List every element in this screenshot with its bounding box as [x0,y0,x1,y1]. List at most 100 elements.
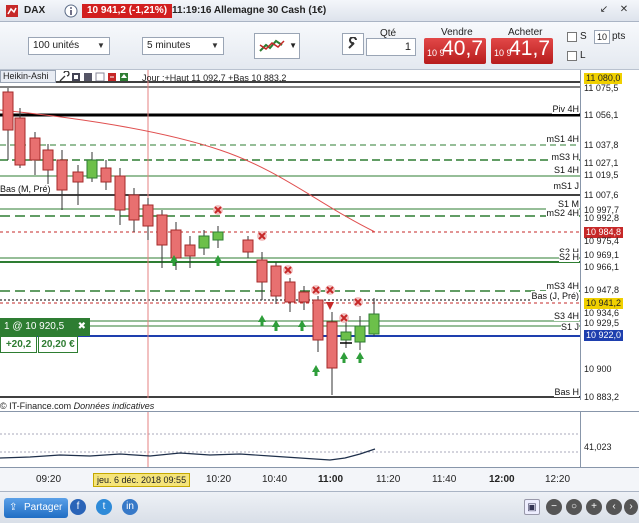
buy-button[interactable]: 10 9 41,7 [491,37,553,64]
price-label: 11 027,1 [584,158,619,168]
price-label: 11 037,8 [584,140,619,150]
interval-select-value: 5 minutes [147,40,191,51]
twitter-icon[interactable]: t [96,499,112,515]
data-source: © IT-Finance.com Données indicatives [0,401,154,411]
price-label: 10 900 [584,364,612,374]
price-chart[interactable] [0,70,580,416]
level-label: mS2 4H [546,208,579,218]
time-tick: 11:20 [376,474,401,485]
position-value: 20,20 € [38,336,78,353]
price-label: 10 975,4 [584,236,620,246]
level-label: Bas (J, Pré) [531,291,579,301]
close-icon[interactable]: ✕ [618,4,630,16]
candle-body [86,159,98,179]
candle-body [354,325,366,343]
candle-body [284,281,296,303]
share-label: Partager [24,502,63,513]
linkedin-icon[interactable]: in [122,499,138,515]
time-tick: 12:20 [545,474,571,485]
unit-select[interactable]: 100 unités ▼ [28,37,110,55]
chart-type-button[interactable]: ▼ [254,33,300,59]
chart-tools-strip: Heikin-Ashi [0,70,56,83]
source-text: © IT-Finance.com [0,401,72,411]
chevron-down-icon: ▼ [97,41,105,50]
screenshot-icon[interactable]: ▣ [524,499,540,515]
candle-body [128,194,140,221]
stop-checkbox[interactable] [567,32,577,42]
info-icon[interactable] [64,4,78,18]
zoom-reset-icon[interactable]: ○ [566,499,582,515]
zoom-in-icon[interactable]: + [586,499,602,515]
price-label: 11 056,1 [584,110,619,120]
price-label: 10 929,5 [584,318,620,328]
wrench-icon [348,37,357,49]
price-change-badge: 10 941,2 (-1,21%) [82,4,173,18]
level-label: Piv 4H [552,104,579,114]
candle-body [170,229,182,259]
facebook-icon[interactable]: f [70,499,86,515]
limit-checkbox-label: L [580,50,586,61]
candle-body [114,175,126,211]
bottom-toolbar: ⇪ Partager f t in ▣ − ○ + ‹ › [0,491,639,523]
time-tick: 10:20 [206,474,232,485]
candle-body [56,159,68,191]
candle-body [142,204,154,227]
oscillator-svg [0,412,580,468]
source-note: Données indicatives [73,401,155,411]
candle-body [340,331,352,341]
level-label: S2 H [558,252,579,262]
zoom-out-icon[interactable]: − [546,499,562,515]
position-text: 1 @ 10 920,5 [4,321,65,332]
candle-chart-svg [0,70,580,416]
stop-checkbox-label: S [580,31,587,42]
chevron-down-icon: ▼ [211,41,219,50]
candle-body [270,265,282,297]
chevron-down-icon: ▼ [289,41,297,50]
level-label: mS1 J [553,181,579,191]
sell-button[interactable]: 10 9 40,7 [424,37,486,64]
symbol-name: DAX [24,5,46,16]
price-label: 10 947,8 [584,285,620,295]
candle-body [29,137,41,161]
limit-checkbox[interactable] [567,51,577,61]
stop-points-input[interactable]: 10 [594,30,610,44]
chart-type-icon [259,39,285,52]
close-icon[interactable]: ✖ [78,318,86,336]
candle-body [256,259,268,283]
candle-body [368,313,380,335]
quantity-input[interactable]: 1 [366,38,416,56]
title-bar: DAX 10 941,2 (-1,21%) 11:19:16 Allemagne… [0,0,639,22]
candle-body [14,117,26,166]
candle-body [72,171,84,183]
level-label: S3 4H [553,311,579,321]
scroll-left-icon[interactable]: ‹ [606,499,622,515]
candle-body [298,291,310,303]
chart-tool-icons [59,71,128,82]
candle-body [242,239,254,253]
time-tick: 11:40 [432,474,457,485]
price-label: 11 075,5 [584,83,619,93]
level-label: Bas H [554,387,579,397]
day-range-info: Jour :+Haut 11 092,7 +Bas 10 883,2 [142,73,287,83]
level-label: mS3 H [551,152,579,162]
scroll-right-icon[interactable]: › [624,499,638,515]
oscillator-value: 41,023 [584,442,612,452]
candle-body [156,214,168,246]
interval-select[interactable]: 5 minutes ▼ [142,37,224,55]
oscillator-axis: 41,023 [580,411,639,467]
buy-price: 41,7 [509,37,550,60]
position-label[interactable]: 1 @ 10 920,5 ✖ [0,318,90,336]
price-label: 10 992,8 [584,213,620,223]
window-title: 11:19:16 Allemagne 30 Cash (1€) [172,5,327,16]
share-button[interactable]: ⇪ Partager [4,498,69,518]
trading-window: DAX 10 941,2 (-1,21%) 11:19:16 Allemagne… [0,0,639,523]
indicator-label: Heikin-Ashi [3,71,49,81]
level-label: S1 J [560,322,579,332]
price-label: 10 966,1 [584,262,620,272]
candle-body [42,149,54,171]
tools-button[interactable] [342,33,364,55]
price-label: 11 019,5 [584,170,619,180]
level-label: S1 4H [553,165,579,175]
oscillator-panel[interactable] [0,411,580,468]
minimize-icon[interactable]: ↙ [598,4,610,16]
